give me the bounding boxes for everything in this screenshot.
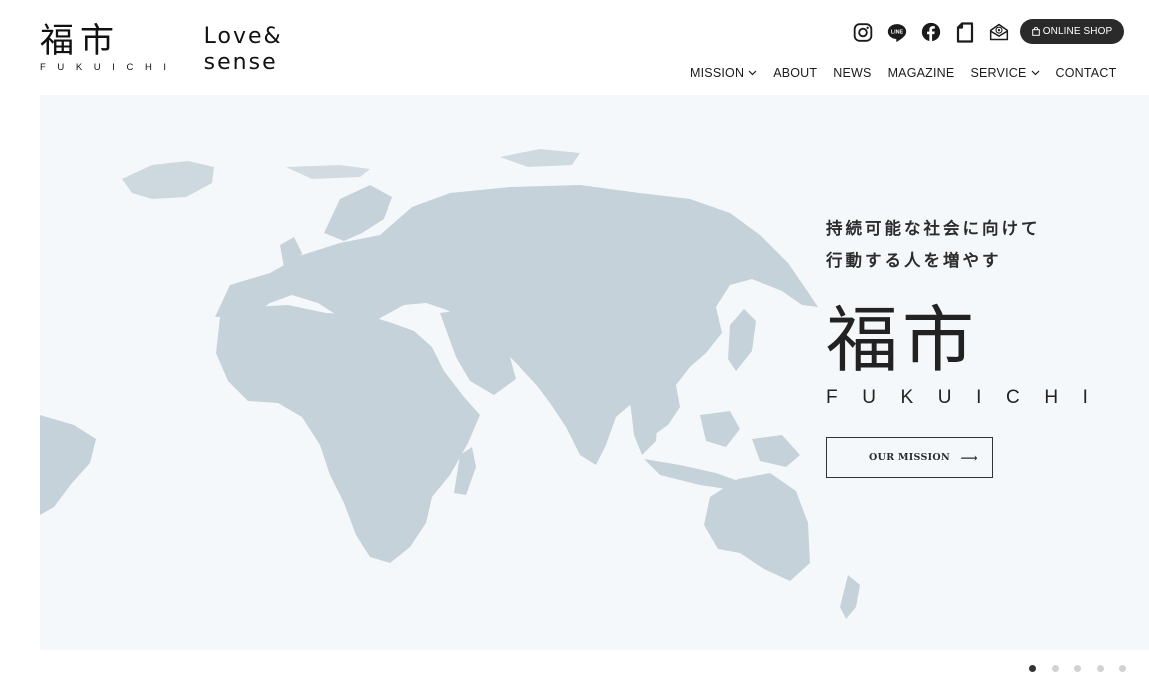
nav-mission[interactable]: MISSION [690, 66, 757, 80]
logo-sub-line2: sense [203, 50, 278, 75]
mail-icon[interactable] [989, 20, 1009, 44]
hero-text-block: 持続可能な社会に向けて 行動する人を増やす 福市 FUKUICHI [826, 213, 1113, 409]
nav-magazine[interactable]: MAGAZINE [888, 66, 955, 80]
social-links: LINE [853, 20, 1009, 44]
hero-logo: 福市 FUKUICHI [826, 298, 1113, 409]
line-icon[interactable]: LINE [887, 20, 907, 44]
hero-logo-kanji: 福市 [826, 298, 979, 382]
our-mission-button[interactable]: OUR MISSION ⟶ [826, 437, 993, 478]
our-mission-label: OUR MISSION [869, 452, 950, 463]
chevron-down-icon [1031, 70, 1039, 76]
nav-news-label: NEWS [833, 66, 872, 80]
nav-contact-label: CONTACT [1055, 66, 1117, 80]
logo-roman: FUKUICHI [40, 62, 178, 73]
slider-dot[interactable] [1096, 665, 1104, 672]
hero-tagline-line2: 行動する人を増やす [826, 251, 1002, 270]
chevron-down-icon [748, 70, 757, 76]
slider-dot[interactable] [1051, 665, 1059, 672]
facebook-icon[interactable] [921, 20, 941, 44]
svg-text:LINE: LINE [891, 29, 904, 35]
shopping-bag-icon [1031, 27, 1040, 36]
note-icon[interactable] [955, 20, 975, 44]
nav-service-label: SERVICE [970, 66, 1027, 80]
love-sense-logo: Love& sense [204, 24, 283, 76]
hero-logo-roman: FUKUICHI [826, 387, 1113, 408]
site-header: 福市 FUKUICHI Love& sense LINE ONLINE SHOP… [0, 0, 1149, 95]
main-nav: MISSION ABOUT NEWS MAGAZINE SERVICE CONT… [690, 66, 1116, 80]
slider-dot[interactable] [1029, 665, 1036, 672]
nav-contact[interactable]: CONTACT [1056, 66, 1117, 80]
arrow-right-icon: ⟶ [960, 451, 978, 465]
logo-kanji: 福市 [40, 21, 120, 61]
nav-service[interactable]: SERVICE [970, 66, 1039, 80]
slider-pagination [1029, 665, 1126, 672]
instagram-icon[interactable] [853, 20, 873, 44]
hero-slide: 持続可能な社会に向けて 行動する人を増やす 福市 FUKUICHI OUR MI… [40, 95, 1149, 650]
nav-magazine-label: MAGAZINE [887, 66, 955, 80]
fukuichi-logo-mark: 福市 FUKUICHI [40, 24, 178, 73]
slider-dot[interactable] [1074, 665, 1081, 672]
nav-about-label: ABOUT [773, 66, 818, 80]
online-shop-label: ONLINE SHOP [1042, 26, 1113, 37]
nav-mission-label: MISSION [690, 66, 745, 80]
logo-sub-line1: Love& [203, 24, 283, 49]
hero-tagline-line1: 持続可能な社会に向けて [826, 219, 1041, 238]
nav-about[interactable]: ABOUT [773, 66, 817, 80]
slider-dot[interactable] [1119, 665, 1126, 672]
online-shop-button[interactable]: ONLINE SHOP [1020, 19, 1124, 44]
nav-news[interactable]: NEWS [833, 66, 871, 80]
hero-tagline: 持続可能な社会に向けて 行動する人を増やす [826, 213, 1041, 277]
site-logo[interactable]: 福市 FUKUICHI Love& sense [40, 24, 283, 76]
